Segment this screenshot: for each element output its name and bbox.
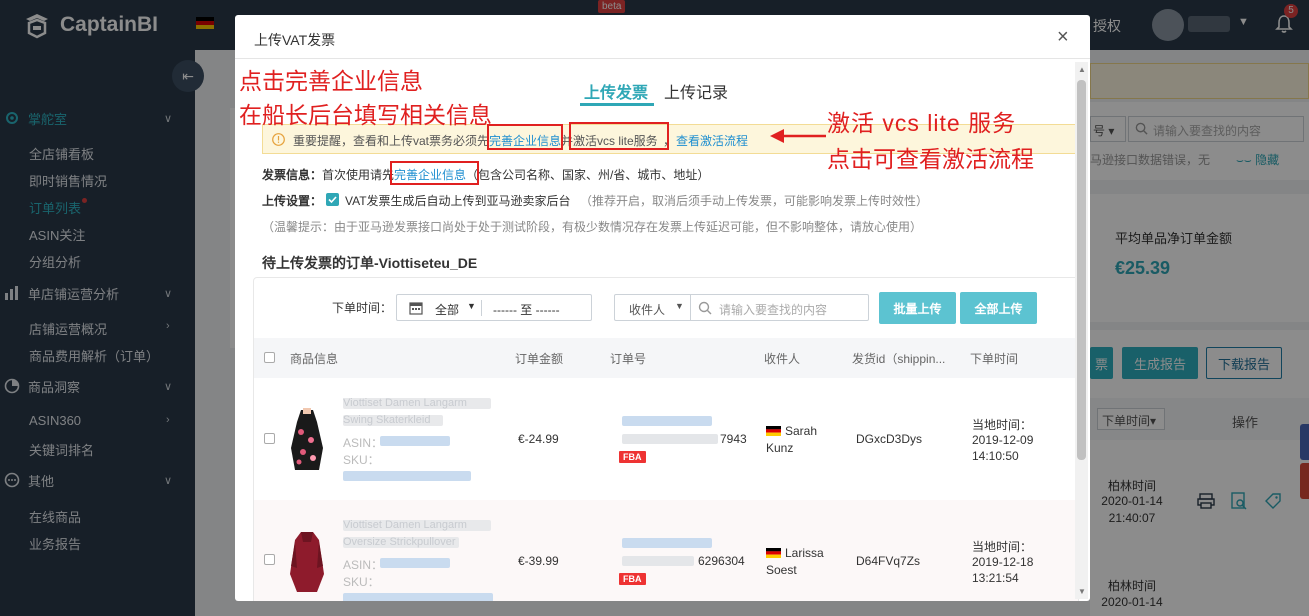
scroll-down-icon[interactable]: ▼ <box>1078 587 1086 596</box>
annotation-left-line2: 在船长后台填写相关信息 <box>239 102 492 128</box>
section-title: 待上传发票的订单-Viottiseteu_DE <box>262 255 478 271</box>
annotation-left-line1: 点击完善企业信息 <box>239 68 423 94</box>
close-icon[interactable]: × <box>1057 26 1069 49</box>
tab-upload-history[interactable]: 上传记录 <box>664 79 728 103</box>
modal-title: 上传VAT发票 <box>254 32 336 48</box>
date-preset-value[interactable]: 全部 <box>435 301 459 318</box>
product-title: Viottiset Damen Langarm <box>343 520 491 531</box>
order-time-label: 下单时间： <box>332 301 393 315</box>
order-id-suffix: 7943 <box>720 432 747 446</box>
row-checkbox[interactable] <box>264 554 275 565</box>
receiver-select[interactable]: 收件人 ▼ <box>614 294 691 321</box>
asin-label: ASIN： <box>343 558 384 572</box>
upload-setting-label: 上传设置： <box>262 194 323 208</box>
product-image <box>290 532 324 592</box>
annotation-right-line2: 点击可查看激活流程 <box>827 146 1034 172</box>
highlight-box-invoice-info <box>390 161 479 185</box>
scroll-up-icon[interactable]: ▲ <box>1078 65 1086 74</box>
product-title: Oversize Strickpullover <box>343 537 459 548</box>
calendar-icon <box>409 302 423 315</box>
select-all-checkbox[interactable] <box>264 352 275 363</box>
annotation-arrow-icon <box>770 129 826 143</box>
alert-icon <box>272 133 285 146</box>
sku-label: SKU： <box>343 575 380 589</box>
table-header: 商品信息 订单金额 订单号 收件人 发货id（shippin... 下单时间 <box>254 338 1078 378</box>
warm-hint: （温馨提示：由于亚马逊发票接口尚处于处于测试阶段，有极少数情况存在发票上传延迟可… <box>262 220 923 234</box>
order-id-suffix: 6296304 <box>698 554 745 568</box>
divider <box>481 300 482 316</box>
batch-upload-button[interactable]: 批量上传 <box>879 292 956 324</box>
germany-flag-icon <box>766 548 781 558</box>
shipping-id: DGxcD3Dys <box>856 432 923 446</box>
search-icon <box>698 301 712 315</box>
upload-setting-text: VAT发票生成后自动上传到亚马逊卖家后台 <box>345 194 571 208</box>
check-icon <box>328 196 337 204</box>
view-activation-process-link[interactable]: 查看激活流程 <box>676 132 748 149</box>
column-header: 订单金额 <box>515 352 564 366</box>
order-date: 2019-12-18 <box>972 555 1034 569</box>
highlight-box-vcs-lite <box>569 122 669 150</box>
receiver-name-line2: Kunz <box>766 441 794 455</box>
receiver-name: Sarah <box>766 424 817 438</box>
product-image <box>291 408 323 470</box>
order-search-input[interactable]: 请输入要查找的内容 <box>691 294 869 321</box>
receiver-name-line2: Soest <box>766 563 797 577</box>
column-header: 下单时间 <box>970 352 1019 366</box>
upload-all-button[interactable]: 全部上传 <box>960 292 1037 324</box>
germany-flag-icon <box>766 426 781 436</box>
sku-value-blurred <box>343 471 471 481</box>
upload-setting-note: （推荐开启，取消后须手动上传发票，可能影响发票上传时效性） <box>580 194 929 208</box>
fba-badge: FBA <box>619 573 646 585</box>
local-time-label: 当地时间： <box>972 540 1033 554</box>
column-header: 订单号 <box>610 352 647 366</box>
sku-label: SKU： <box>343 453 380 467</box>
invoice-info-row: 发票信息：首次使用请先完善企业信息（包含公司名称、国家、州/省、城市、地址） <box>262 168 710 182</box>
tab-upload-invoice[interactable]: 上传发票 <box>584 79 648 103</box>
notice-text: 重要提醒，查看和上传vat票务必须先 <box>293 134 490 148</box>
order-time: 13:21:54 <box>972 571 1019 585</box>
order-amount: €-39.99 <box>518 554 559 568</box>
annotation-right-line1: 激活 vcs lite 服务 <box>827 110 1017 136</box>
local-time-label: 当地时间： <box>972 418 1033 432</box>
order-time-filter[interactable]: 全部 ▼ ------ 至 ------ <box>396 294 592 321</box>
modal-scrollbar[interactable]: ▲ ▼ <box>1075 62 1088 599</box>
caret-down-icon: ▼ <box>675 301 684 311</box>
highlight-box-company-info <box>487 124 563 150</box>
column-header: 收件人 <box>764 352 801 366</box>
tab-underline <box>580 103 654 106</box>
asin-value-blurred[interactable] <box>380 436 450 446</box>
table-row: Viottiset Damen Langarm Oversize Strickp… <box>254 500 1078 601</box>
order-amount: €-24.99 <box>518 432 559 446</box>
fba-badge: FBA <box>619 451 646 463</box>
store-name-blurred <box>622 538 712 548</box>
column-header: 发货id（shippin... <box>852 352 946 366</box>
receiver-name: Larissa <box>766 546 824 560</box>
order-time: 14:10:50 <box>972 449 1019 463</box>
row-checkbox[interactable] <box>264 433 275 444</box>
product-title: Viottiset Damen Langarm <box>343 398 491 409</box>
product-title: Swing Skaterkleid <box>343 415 443 426</box>
date-range-input[interactable]: ------ 至 ------ <box>493 301 560 318</box>
order-id-blurred[interactable] <box>622 434 718 444</box>
asin-value-blurred[interactable] <box>380 558 450 568</box>
column-header: 商品信息 <box>290 352 339 366</box>
order-date: 2019-12-09 <box>972 433 1034 447</box>
scrollbar-thumb[interactable] <box>1077 80 1086 460</box>
asin-label: ASIN： <box>343 436 384 450</box>
shipping-id: D64FVq7Zs <box>856 554 921 568</box>
auto-upload-checkbox[interactable] <box>326 193 339 206</box>
store-name-blurred <box>622 416 712 426</box>
caret-down-icon: ▼ <box>467 301 476 311</box>
order-id-blurred[interactable] <box>622 556 694 566</box>
modal-header: 上传VAT发票 × <box>235 15 1090 59</box>
sku-value-blurred <box>343 593 493 601</box>
table-row: Viottiset Damen Langarm Swing Skaterklei… <box>254 378 1078 500</box>
